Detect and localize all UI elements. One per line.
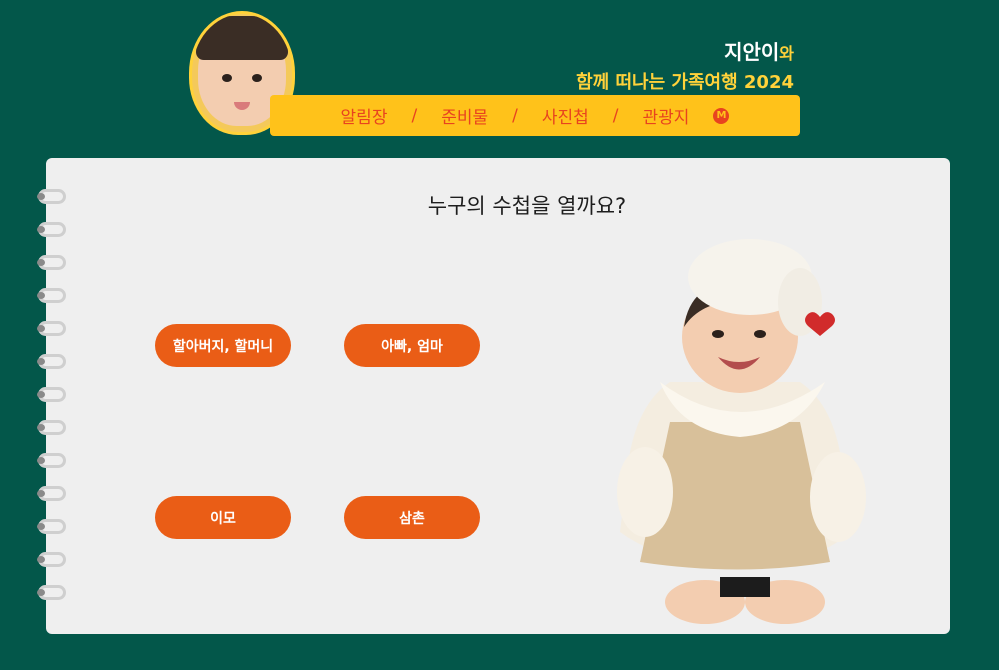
spiral-ring-icon	[37, 552, 66, 567]
main-nav: 알림장 / 준비물 / 사진첩 / 관광지 M	[270, 95, 800, 136]
spiral-ring-icon	[37, 321, 66, 336]
spiral-ring-icon	[37, 354, 66, 369]
nav-separator: /	[512, 105, 518, 126]
spiral-ring-icon	[37, 420, 66, 435]
nav-separator: /	[411, 105, 418, 126]
nav-item-supplies[interactable]: 준비물	[441, 103, 488, 128]
nav-separator: /	[612, 105, 619, 126]
site-title-name: 지안이	[724, 40, 780, 64]
spiral-ring-icon	[37, 387, 66, 402]
spiral-ring-icon	[37, 585, 66, 600]
spiral-ring-icon	[37, 255, 66, 270]
page-question: 누구의 수첩을 열까요?	[427, 194, 627, 218]
nav-item-album[interactable]: 사진첩	[542, 103, 589, 128]
nav-item-notice[interactable]: 알림장	[341, 103, 388, 128]
map-badge-icon[interactable]: M	[713, 107, 730, 124]
uncle-button[interactable]: 삼촌	[344, 496, 480, 539]
site-subtitle: 함께 떠나는 가족여행 2024	[576, 72, 794, 93]
header: 지안이와 함께 떠나는 가족여행 2024 알림장 / 준비물 / 사진첩 / …	[0, 0, 999, 150]
baby-photo	[617, 239, 866, 624]
spiral-ring-icon	[37, 222, 66, 237]
nav-item-attractions[interactable]: 관광지	[643, 103, 690, 128]
parents-button[interactable]: 아빠, 엄마	[344, 324, 480, 367]
spiral-ring-icon	[37, 519, 66, 534]
site-title-suffix: 와	[779, 44, 794, 63]
spiral-ring-icon	[37, 486, 66, 501]
site-title: 지안이와	[724, 36, 794, 65]
spiral-ring-icon	[37, 453, 66, 468]
spiral-ring-icon	[37, 288, 66, 303]
grandparents-button[interactable]: 할아버지, 할머니	[155, 324, 291, 367]
aunt-button[interactable]: 이모	[155, 496, 291, 539]
